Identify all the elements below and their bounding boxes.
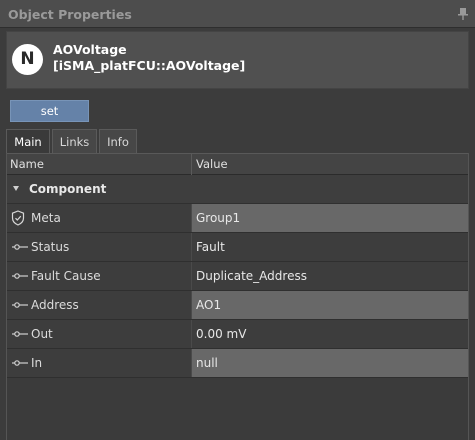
property-value-field: 0.00 mV [192, 320, 468, 348]
property-value: null [196, 356, 218, 370]
slot-icon [12, 331, 28, 337]
column-header-value[interactable]: Value [196, 157, 228, 171]
property-label: Status [31, 240, 70, 254]
pin-icon[interactable] [458, 8, 468, 20]
property-name-cell: In [7, 349, 191, 377]
property-value: AO1 [196, 298, 222, 312]
property-value-field: Fault [192, 233, 468, 261]
property-row-address[interactable]: Address AO1 [7, 291, 468, 320]
tab-info[interactable]: Info [99, 129, 137, 154]
property-name-cell: Out [7, 320, 191, 348]
property-value: 0.00 mV [196, 327, 247, 341]
property-value: Group1 [196, 211, 241, 225]
tab-main[interactable]: Main [6, 129, 50, 154]
property-label: In [31, 356, 43, 370]
property-label: Meta [31, 211, 61, 225]
property-name-cell: Address [7, 291, 191, 319]
property-row-fault-cause[interactable]: Fault Cause Duplicate_Address [7, 262, 468, 291]
column-header-name[interactable]: Name [10, 157, 44, 171]
property-label: Address [31, 298, 79, 312]
object-card: N AOVoltage [iSMA_platFCU::AOVoltage] [6, 31, 469, 89]
property-value-field[interactable]: null [192, 349, 468, 377]
slot-icon [12, 273, 28, 279]
property-value-field: Duplicate_Address [192, 262, 468, 290]
object-path: [iSMA_platFCU::AOVoltage] [53, 58, 246, 73]
slot-icon [12, 244, 28, 250]
property-row-in[interactable]: In null [7, 349, 468, 378]
caret-down-icon[interactable] [13, 186, 19, 191]
shield-icon [11, 210, 25, 226]
property-value-field[interactable]: Group1 [192, 204, 468, 232]
panel-header: Object Properties [0, 0, 475, 28]
set-button[interactable]: set [10, 100, 89, 122]
property-name-cell: Status [7, 233, 191, 261]
slot-icon [12, 302, 28, 308]
tab-links[interactable]: Links [52, 129, 97, 154]
property-value-field[interactable]: AO1 [192, 291, 468, 319]
grid-header: Name Value [7, 153, 468, 175]
column-divider[interactable] [191, 154, 192, 175]
panel-title: Object Properties [8, 7, 132, 22]
property-name-cell: Meta [7, 204, 191, 232]
property-label: Fault Cause [31, 269, 101, 283]
object-logo: N [12, 44, 43, 75]
property-value: Duplicate_Address [196, 269, 307, 283]
group-label: Component [29, 182, 107, 196]
property-label: Out [31, 327, 53, 341]
property-name-cell: Fault Cause [7, 262, 191, 290]
slot-icon [12, 360, 28, 366]
property-value: Fault [196, 240, 225, 254]
property-row-status[interactable]: Status Fault [7, 233, 468, 262]
object-name: AOVoltage [53, 42, 127, 57]
property-grid: Name Value Component Meta Group1 Status [6, 153, 469, 440]
property-row-meta[interactable]: Meta Group1 [7, 204, 468, 233]
property-row-out[interactable]: Out 0.00 mV [7, 320, 468, 349]
group-row-component[interactable]: Component [7, 175, 468, 204]
